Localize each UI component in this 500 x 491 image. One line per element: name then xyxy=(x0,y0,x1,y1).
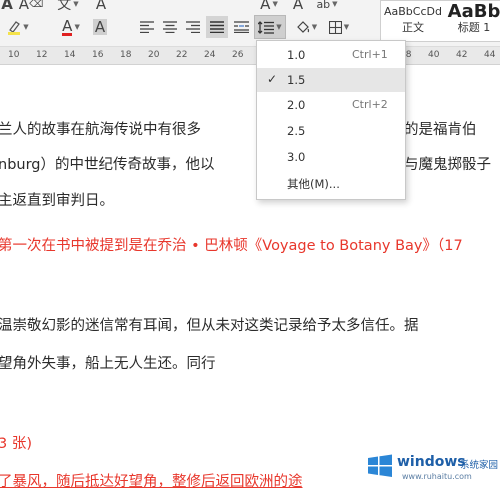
grow-font-glyph: A xyxy=(95,0,107,13)
distributed-align-button[interactable] xyxy=(231,17,251,37)
line-spacing-option[interactable]: 2.0 Ctrl+2 xyxy=(257,93,405,117)
doc-line: 第一次在书中被提到是在乔治 • 巴林顿《Voyage to Botany Bay… xyxy=(0,238,463,254)
ribbon-toolbar: A A ⌫ 文 ▼ A A ▼ A ab ▼ ▼ A ▼ A ▼ ▼ ▼ AaB… xyxy=(0,0,500,47)
style-normal[interactable]: AaBbCcDd 正文 xyxy=(380,0,446,42)
wen-label: 文 xyxy=(57,0,72,13)
doc-line: 的是福肯伯 xyxy=(404,122,477,138)
chevron-down-icon: ▼ xyxy=(74,23,80,31)
style-heading1-name: 标题 1 xyxy=(457,21,491,34)
option-value: 1.0 xyxy=(287,48,306,62)
line-spacing-option[interactable]: 2.5 xyxy=(257,119,405,143)
font-color-glyph: A xyxy=(1,0,13,13)
clear-format-glyph: A xyxy=(18,0,30,13)
style-normal-name: 正文 xyxy=(402,21,424,34)
line-spacing-option-selected[interactable]: ✓ 1.5 xyxy=(257,68,405,92)
line-spacing-other-option[interactable]: 其他(M)... xyxy=(257,171,405,195)
option-value: 2.5 xyxy=(287,124,306,138)
style-heading1-sample: AaBb xyxy=(447,1,500,22)
shading-button[interactable]: ▼ xyxy=(291,17,321,37)
site-watermark: windows 系统家园 www.ruhaitu.com xyxy=(366,450,500,484)
style-heading1[interactable]: AaBb 标题 1 xyxy=(444,0,500,42)
doc-line: 主返直到审判日。 xyxy=(0,193,114,209)
char-border-button[interactable]: A xyxy=(90,16,110,38)
align-left-icon xyxy=(140,21,154,33)
ruler-number: 40 xyxy=(428,50,440,60)
check-icon: ✓ xyxy=(267,72,278,86)
ruler-number: 14 xyxy=(64,50,76,60)
line-spacing-button[interactable]: ▼ xyxy=(254,15,286,39)
option-value: 1.5 xyxy=(287,73,306,87)
option-shortcut: Ctrl+2 xyxy=(352,98,388,111)
wen-button[interactable]: 文 ▼ xyxy=(50,0,86,15)
watermark-suffix: 系统家园 xyxy=(460,460,499,471)
text-effect-button[interactable]: A ▼ xyxy=(254,0,284,14)
option-shortcut: Ctrl+1 xyxy=(352,48,388,61)
doc-line: 与魔鬼掷骰子 xyxy=(404,157,491,173)
phonetic-button[interactable]: ab ▼ xyxy=(312,0,342,14)
font-color-dropdown-button[interactable]: A ▼ xyxy=(56,16,86,38)
ruler-number: 18 xyxy=(120,50,132,60)
clear-format-button[interactable]: A ⌫ xyxy=(16,0,46,14)
watermark-brand: windows xyxy=(397,454,466,470)
font-color-glyph-2: A xyxy=(62,16,73,36)
justify-button[interactable] xyxy=(206,16,228,38)
chevron-down-icon: ▼ xyxy=(272,0,278,8)
line-spacing-menu: 1.0 Ctrl+1 ✓ 1.5 2.0 Ctrl+2 2.5 3.0 其他(M… xyxy=(256,40,406,200)
windows-logo-icon xyxy=(368,454,392,477)
char-shade-glyph: A xyxy=(292,0,304,13)
ruler-number: 44 xyxy=(484,50,496,60)
distributed-align-icon xyxy=(233,21,249,33)
eraser-icon: ⌫ xyxy=(29,0,44,10)
align-right-button[interactable] xyxy=(184,17,202,37)
line-spacing-option[interactable]: 3.0 xyxy=(257,145,405,169)
doc-line: 温崇敬幻影的迷信常有耳闻，但从未对这类记录给予太多信任。据 xyxy=(0,318,419,334)
doc-line: 兰人的故事在航海传说中有很多 xyxy=(0,122,201,138)
align-center-button[interactable] xyxy=(161,17,179,37)
document-page[interactable]: 兰人的故事在航海传说中有很多 的是福肯伯 nburg）的中世纪传奇故事，他以 与… xyxy=(0,65,500,490)
ruler-number: 24 xyxy=(204,50,216,60)
chevron-down-icon: ▼ xyxy=(23,23,29,31)
char-shade-button[interactable]: A xyxy=(288,0,308,14)
line-spacing-option[interactable]: 1.0 Ctrl+1 xyxy=(257,43,405,67)
doc-line: 望角外失事，船上无人生还。同行 xyxy=(0,356,216,372)
paint-bucket-icon xyxy=(296,21,309,33)
chevron-down-icon: ▼ xyxy=(73,0,79,8)
option-value: 其他(M)... xyxy=(287,177,340,191)
ruler-number: 26 xyxy=(232,50,244,60)
phonetic-icon: ab xyxy=(316,0,331,11)
highlighter-icon xyxy=(7,19,21,35)
style-normal-sample: AaBbCcDd xyxy=(384,5,442,18)
chevron-down-icon: ▼ xyxy=(311,23,318,31)
highlight-button[interactable]: ▼ xyxy=(2,16,34,38)
watermark-url: www.ruhaitu.com xyxy=(402,472,472,481)
ruler-number: 20 xyxy=(148,50,160,60)
chevron-down-icon: ▼ xyxy=(276,23,282,31)
align-left-button[interactable] xyxy=(138,17,156,37)
option-value: 2.0 xyxy=(287,98,306,112)
font-color-button[interactable]: A xyxy=(0,0,14,14)
chevron-down-icon: ▼ xyxy=(343,23,350,31)
ruler-number: 12 xyxy=(36,50,48,60)
doc-line: nburg）的中世纪传奇故事，他以 xyxy=(0,157,215,173)
option-value: 3.0 xyxy=(287,150,306,164)
char-border-glyph: A xyxy=(92,18,108,36)
borders-icon xyxy=(328,20,342,34)
grow-font-button[interactable]: A xyxy=(90,0,112,14)
align-center-icon xyxy=(163,21,177,33)
align-right-icon xyxy=(186,21,200,33)
horizontal-ruler[interactable]: 10 12 14 16 18 20 22 24 26 28 30 32 34 3… xyxy=(0,47,500,65)
ruler-number: 22 xyxy=(176,50,188,60)
text-effect-glyph: A xyxy=(260,0,271,13)
justify-icon xyxy=(210,21,224,33)
borders-button[interactable]: ▼ xyxy=(324,17,354,37)
ruler-number: 16 xyxy=(92,50,104,60)
ruler-number: 10 xyxy=(8,50,20,60)
doc-line: 了暴风，随后抵达好望角，整修后返回欧洲的途 xyxy=(0,474,303,490)
ruler-number: 42 xyxy=(456,50,468,60)
line-spacing-icon xyxy=(258,20,275,34)
chevron-down-icon: ▼ xyxy=(332,0,338,8)
doc-line: 3 张) xyxy=(0,436,32,452)
